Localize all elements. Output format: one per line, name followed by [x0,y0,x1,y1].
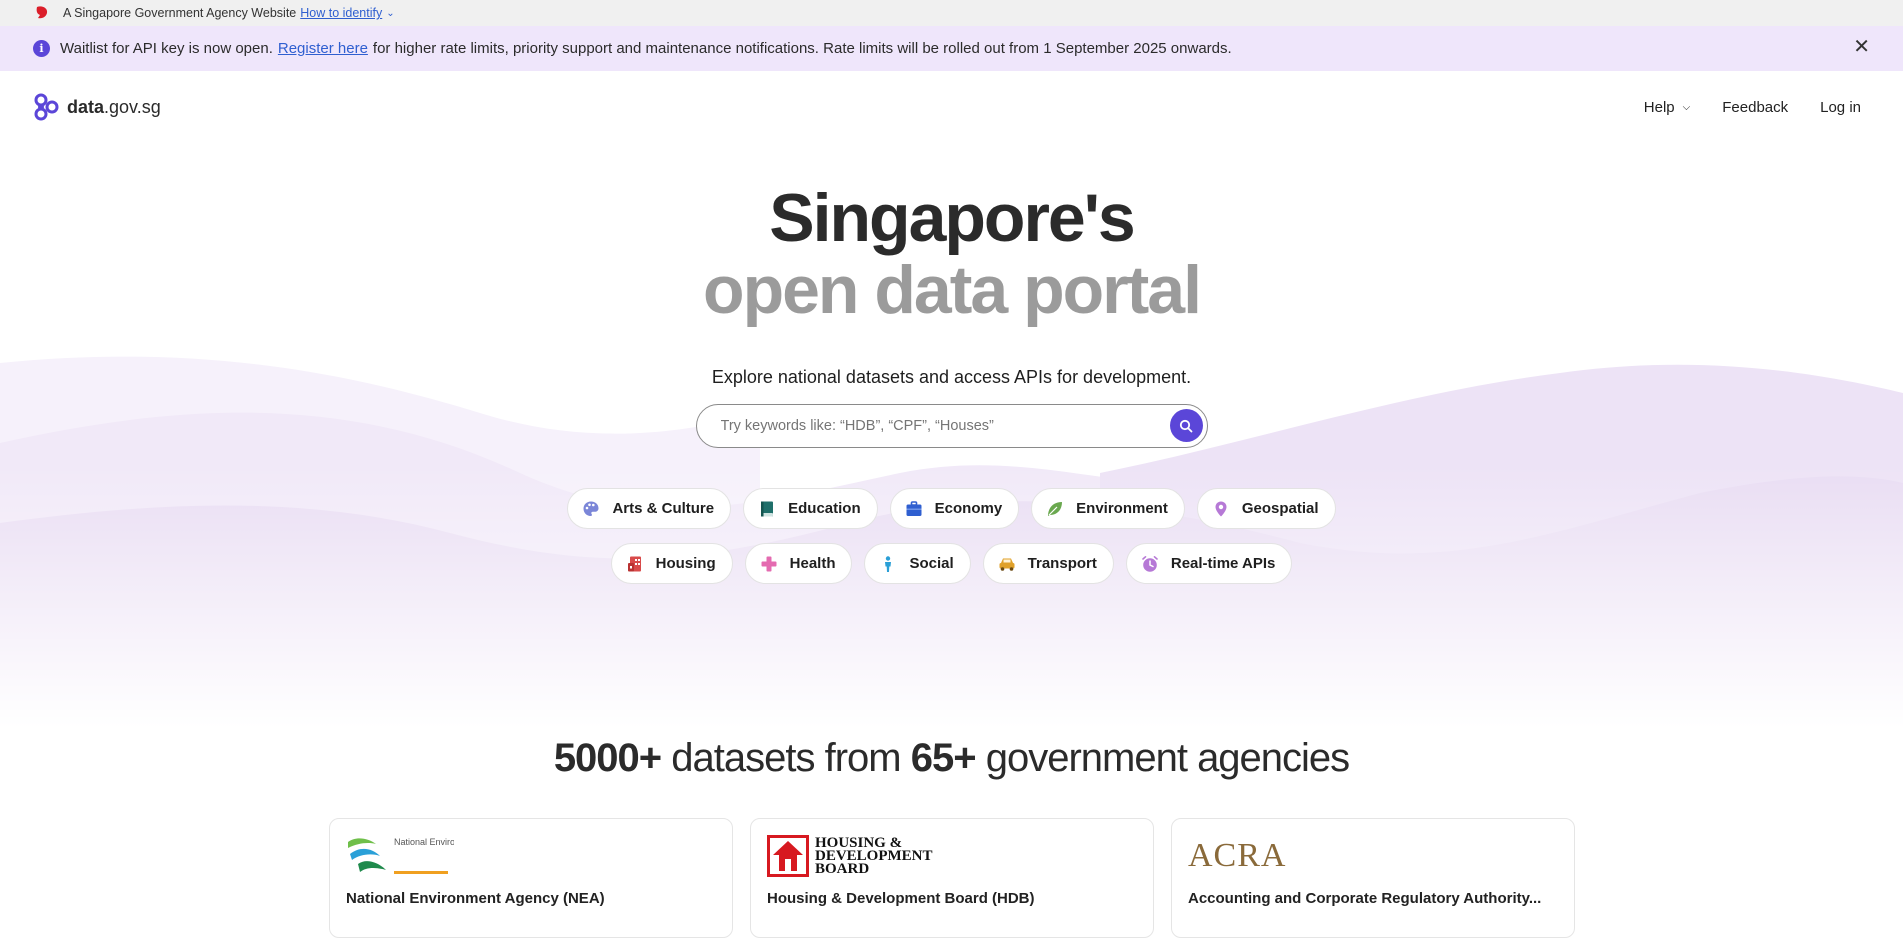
category-environment[interactable]: Environment [1031,488,1185,529]
feedback-link[interactable]: Feedback [1722,99,1788,116]
category-education[interactable]: Education [743,488,878,529]
agencies-count: 65+ [910,736,977,780]
acra-logo-text: ACRA [1188,837,1287,874]
hero-title-line1: Singapore's [769,180,1135,256]
chip-label: Real-time APIs [1170,555,1276,572]
category-health[interactable]: Health [744,543,853,584]
hdb-logo-text: HOUSING & DEVELOPMENT BOARD [815,834,933,877]
chevron-down-icon[interactable]: ⌄ [386,8,394,19]
masthead-text: A Singapore Government Agency Website [63,6,297,20]
chip-label: Transport [1027,555,1097,572]
nea-logo: National Environment Agency [346,834,716,878]
login-link[interactable]: Log in [1820,99,1861,116]
top-navigation: data .gov.sg Help ⌵ Feedback Log in [0,71,1903,143]
announcement-banner: i Waitlist for API key is now open. Regi… [0,26,1903,71]
datasets-text: datasets from [671,736,901,780]
hexagon-cluster-logo-icon [34,93,59,120]
banner-text-before: Waitlist for API key is now open. [60,40,273,57]
banner-text-after: for higher rate limits, priority support… [372,40,1232,57]
register-here-link[interactable]: Register here [278,40,368,57]
hdb-logo: HOUSING & DEVELOPMENT BOARD [767,834,1137,878]
hdb-house-icon [767,835,809,877]
chip-label: Health [789,555,836,572]
help-menu[interactable]: Help ⌵ [1644,99,1690,116]
hero-section: Singapore's open data portal Explore nat… [0,143,1903,728]
clock-icon [1142,555,1158,572]
site-logo[interactable]: data .gov.sg [32,93,161,122]
agency-card-acra[interactable]: ACRA Accounting and Corporate Regulatory… [1171,818,1575,938]
category-chips-row1: Arts & Culture Education Economy Environ… [0,488,1903,529]
search-box [695,404,1208,448]
chip-label: Arts & Culture [612,500,715,517]
datasets-count: 5000+ [553,736,662,780]
book-icon [761,501,774,516]
building-icon [627,556,641,571]
help-label: Help [1643,98,1675,116]
logo-bold-text: data [67,96,105,117]
hero-subtitle: Explore national datasets and access API… [711,367,1192,387]
logo-domain-text: .gov.sg [104,96,161,117]
stats-heading: 5000+ datasets from 65+ government agenc… [0,736,1903,781]
person-icon [885,555,892,572]
acra-logo: ACRA [1188,834,1558,878]
category-realtime-apis[interactable]: Real-time APIs [1125,543,1293,584]
agency-card-nea[interactable]: National Environment Agency National Env… [329,818,733,938]
chip-label: Economy [934,500,1003,517]
cross-icon [761,556,777,571]
nea-logo-text: National Environment Agency [394,837,454,847]
chip-label: Environment [1076,500,1168,517]
agency-name: Accounting and Corporate Regulatory Auth… [1188,890,1542,907]
palette-icon [583,501,599,516]
chip-label: Geospatial [1241,500,1319,517]
agency-card-hdb[interactable]: HOUSING & DEVELOPMENT BOARD Housing & De… [750,818,1154,938]
search-icon [1179,419,1193,432]
agency-name: National Environment Agency (NEA) [346,890,605,907]
singapore-lion-icon [36,6,48,19]
category-chips-row2: Housing Health Social Transport Real-tim… [0,543,1903,584]
search-input[interactable] [720,418,1141,434]
agency-name: Housing & Development Board (HDB) [767,890,1035,907]
category-transport[interactable]: Transport [982,543,1114,584]
hero-title-line2: open data portal [703,252,1202,328]
briefcase-icon [906,500,922,516]
search-button[interactable] [1169,409,1203,442]
agency-cards: National Environment Agency National Env… [329,818,1575,938]
category-arts-culture[interactable]: Arts & Culture [567,488,732,529]
chip-label: Education [788,500,861,517]
chip-label: Social [909,555,954,572]
how-to-identify-link[interactable]: How to identify [300,6,382,20]
car-icon [999,558,1015,571]
agencies-text: government agencies [985,736,1350,780]
leaf-icon [1048,501,1063,516]
chip-label: Housing [655,555,716,572]
close-banner-icon[interactable]: ✕ [1853,37,1870,57]
category-geospatial[interactable]: Geospatial [1196,488,1336,529]
chevron-down-icon: ⌵ [1682,101,1691,113]
category-economy[interactable]: Economy [889,488,1020,529]
info-icon: i [33,40,50,57]
category-housing[interactable]: Housing [610,543,733,584]
category-social[interactable]: Social [864,543,971,584]
government-masthead: A Singapore Government Agency Website Ho… [0,0,1903,26]
location-pin-icon [1215,501,1227,516]
